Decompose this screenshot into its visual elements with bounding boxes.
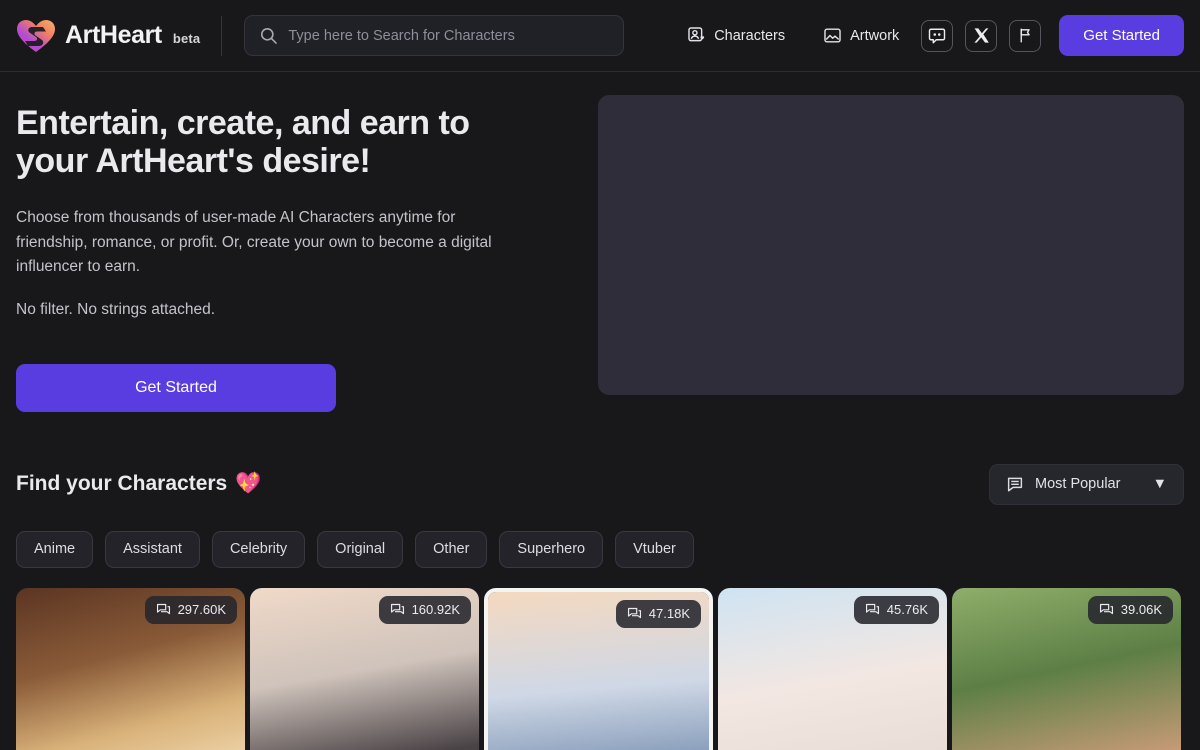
character-card[interactable]: 160.92K <box>250 587 479 750</box>
header-nav: Characters Artwork Get Started <box>677 15 1200 56</box>
header-divider <box>221 15 223 56</box>
chat-count-label: 297.60K <box>177 602 226 618</box>
hero-title: Entertain, create, and earn to your ArtH… <box>16 104 470 180</box>
hero-section: Entertain, create, and earn to your ArtH… <box>0 95 1200 412</box>
brand-logo[interactable]: ArtHeart beta <box>0 19 200 53</box>
chat-bubble-icon <box>627 608 641 619</box>
hero-media-placeholder <box>598 95 1184 395</box>
chat-count-badge: 45.76K <box>853 595 939 624</box>
category-chip[interactable]: Superhero <box>499 530 604 568</box>
discord-icon <box>929 28 946 43</box>
hero-body: Choose from thousands of user-made AI Ch… <box>16 209 492 275</box>
brand-name: ArtHeart <box>65 21 162 49</box>
hero-copy: Entertain, create, and earn to your ArtH… <box>16 97 546 412</box>
chat-count-label: 45.76K <box>886 602 928 618</box>
message-square-icon <box>1007 478 1023 492</box>
chat-count-label: 160.92K <box>411 602 460 618</box>
nav-characters[interactable]: Characters <box>677 18 795 53</box>
category-chip[interactable]: Other <box>415 530 488 568</box>
character-card[interactable]: 297.60K <box>16 587 245 750</box>
chat-count-badge: 47.18K <box>615 599 701 628</box>
chat-count-badge: 160.92K <box>378 595 471 624</box>
find-characters-header: Find your Characters 💖 Most Popular ▼ <box>0 463 1200 505</box>
search-bar[interactable] <box>244 15 625 56</box>
section-title-text: Find your Characters <box>16 472 228 496</box>
flag-icon <box>1020 28 1030 43</box>
chat-count-label: 39.06K <box>1120 602 1162 618</box>
chat-bubble-icon <box>156 604 170 615</box>
search-icon <box>261 27 278 44</box>
chat-count-badge: 39.06K <box>1087 595 1173 624</box>
flag-button[interactable] <box>1009 19 1042 52</box>
heart-logo-icon <box>17 19 55 52</box>
x-twitter-icon <box>974 28 989 43</box>
character-card[interactable]: 39.06K <box>952 587 1181 750</box>
hero-get-started-button[interactable]: Get Started <box>16 363 336 412</box>
artwork-image-icon <box>824 28 841 43</box>
category-chip[interactable]: Celebrity <box>211 530 306 568</box>
nav-artwork-label: Artwork <box>850 27 900 44</box>
characters-icon <box>688 27 705 42</box>
top-header: ArtHeart beta Characters Artwork <box>0 0 1200 72</box>
chat-bubble-icon <box>865 604 879 615</box>
nav-artwork[interactable]: Artwork <box>813 18 909 53</box>
section-title: Find your Characters 💖 <box>16 472 261 496</box>
character-card-grid: 297.60K 160.92K 47.18K 45.76K 39.06K <box>0 587 1200 750</box>
category-chip[interactable]: Vtuber <box>615 530 694 568</box>
search-input[interactable] <box>288 27 610 44</box>
chat-count-badge: 297.60K <box>144 595 237 624</box>
category-chip[interactable]: Anime <box>16 530 94 568</box>
character-card[interactable]: 47.18K <box>484 587 713 750</box>
sort-dropdown[interactable]: Most Popular ▼ <box>989 463 1184 505</box>
chat-bubble-icon <box>1099 604 1113 615</box>
header-get-started-button[interactable]: Get Started <box>1059 15 1184 56</box>
hero-tagline: No filter. No strings attached. <box>16 300 216 318</box>
discord-button[interactable] <box>921 19 954 52</box>
x-twitter-button[interactable] <box>965 19 998 52</box>
character-card[interactable]: 45.76K <box>718 587 947 750</box>
chevron-down-icon: ▼ <box>1152 476 1167 493</box>
chat-bubble-icon <box>390 604 404 615</box>
category-chip[interactable]: Original <box>317 530 404 568</box>
brand-beta-badge: beta <box>172 31 201 46</box>
sparkling-heart-icon: 💖 <box>235 472 262 496</box>
category-filter-chips: Anime Assistant Celebrity Original Other Supe… <box>0 530 1200 568</box>
category-chip[interactable]: Assistant <box>105 530 200 568</box>
sort-label: Most Popular <box>1035 476 1121 493</box>
chat-count-label: 47.18K <box>648 606 690 622</box>
nav-characters-label: Characters <box>714 27 786 44</box>
